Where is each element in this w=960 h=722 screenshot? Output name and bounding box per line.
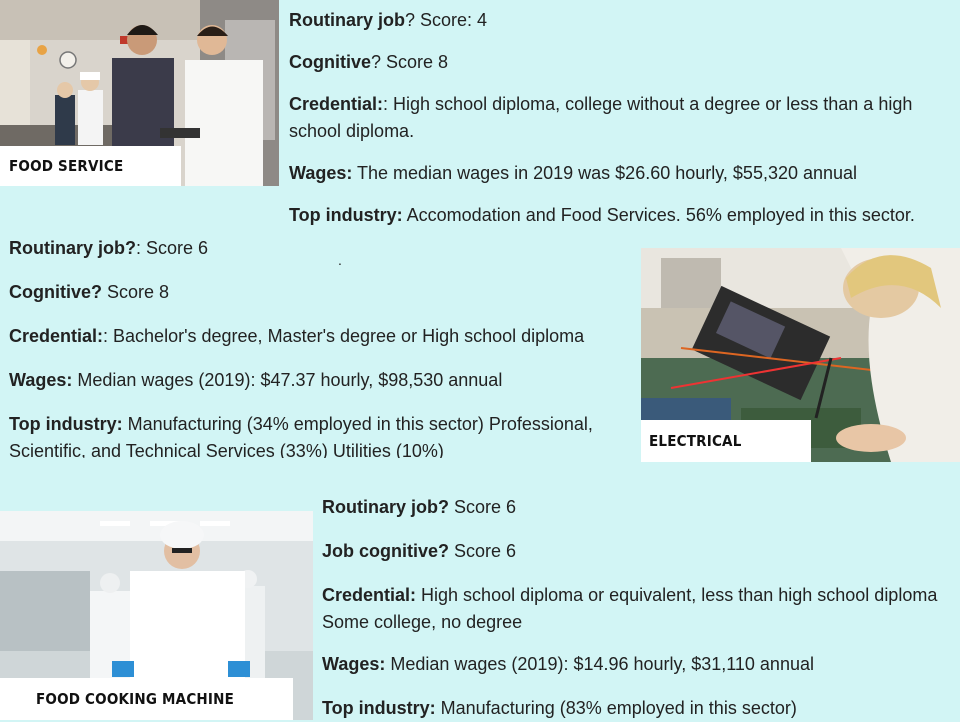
- wages-value: The median wages in 2019 was $26.60 hour…: [352, 163, 858, 183]
- credential-line: Credential: High school diploma or equiv…: [322, 582, 942, 636]
- credential-line: Credential:: High school diploma, colleg…: [289, 91, 960, 145]
- wages-label: Wages:: [9, 370, 73, 390]
- electrical-engineers-info: Routinary job?: Score 6 Cognitive? Score…: [9, 235, 619, 458]
- top-industry-label: Top industry:: [9, 414, 123, 434]
- routinary-job-value: Score 6: [449, 497, 517, 517]
- credential-label: Credential:: [9, 326, 104, 346]
- cognitive-value: ? Score 8: [371, 52, 449, 72]
- wages-label: Wages:: [322, 654, 386, 674]
- top-industry-value: Accomodation and Food Services. 56% empl…: [402, 205, 915, 225]
- photo-caption: FOOD SERVICE MANAGER: [0, 146, 181, 186]
- electrical-engineers-photo: ELECTRICAL ENGINEERS: [641, 248, 960, 462]
- routinary-job-value: : Score 6: [136, 238, 209, 258]
- wages-line: Wages: The median wages in 2019 was $26.…: [289, 160, 960, 187]
- wages-value: Median wages (2019): $47.37 hourly, $98,…: [72, 370, 503, 390]
- cognitive-line: Cognitive? Score 8: [9, 279, 619, 306]
- cognitive-label: Cognitive?: [9, 282, 102, 302]
- food-service-manager-info: Routinary job? Score: 4 Cognitive? Score…: [289, 7, 960, 229]
- credential-label: Credential:: [322, 585, 417, 605]
- wages-line: Wages: Median wages (2019): $47.37 hourl…: [9, 367, 619, 394]
- cognitive-line: Cognitive? Score 8: [289, 49, 960, 76]
- wages-label: Wages:: [289, 163, 353, 183]
- top-industry-line: Top industry: Accomodation and Food Serv…: [289, 202, 960, 229]
- wages-value: Median wages (2019): $14.96 hourly, $31,…: [385, 654, 814, 674]
- wages-line: Wages: Median wages (2019): $14.96 hourl…: [322, 651, 952, 678]
- routinary-job-label: Routinary job?: [9, 238, 136, 258]
- top-industry-label: Top industry:: [322, 698, 436, 718]
- routinary-job-value: ? Score: 4: [405, 10, 488, 30]
- food-cooking-machine-operator-info: Routinary job? Score 6 Job cognitive? Sc…: [322, 494, 952, 722]
- credential-line: Credential:: Bachelor's degree, Master's…: [9, 323, 594, 350]
- cognitive-line: Job cognitive? Score 6: [322, 538, 952, 565]
- food-cooking-machine-operator-photo: FOOD COOKING MACHINE OPERATOR: [0, 511, 313, 720]
- routinary-job-line: Routinary job?: Score 6: [9, 235, 619, 262]
- cognitive-value: Score 8: [102, 282, 170, 302]
- credential-value: : Bachelor's degree, Master's degree or …: [103, 326, 585, 346]
- cognitive-label: Cognitive: [289, 52, 372, 72]
- photo-caption: FOOD COOKING MACHINE OPERATOR: [0, 678, 293, 720]
- cognitive-label: Job cognitive?: [322, 541, 450, 561]
- cognitive-value: Score 6: [449, 541, 517, 561]
- routinary-job-line: Routinary job? Score 6: [322, 494, 952, 521]
- top-industry-line: Top industry: Manufacturing (83% employe…: [322, 695, 952, 722]
- food-service-manager-photo: FOOD SERVICE MANAGER: [0, 0, 279, 186]
- photo-caption: ELECTRICAL ENGINEERS: [641, 420, 811, 462]
- top-industry-line: Top industry: Manufacturing (34% employe…: [9, 411, 619, 458]
- routinary-job-line: Routinary job? Score: 4: [289, 7, 960, 34]
- top-industry-value: Manufacturing (83% employed in this sect…: [435, 698, 797, 718]
- credential-label: Credential:: [289, 94, 384, 114]
- credential-value: : High school diploma, college without a…: [289, 94, 913, 141]
- routinary-job-label: Routinary job?: [322, 497, 449, 517]
- routinary-job-label: Routinary job: [289, 10, 405, 30]
- top-industry-label: Top industry:: [289, 205, 403, 225]
